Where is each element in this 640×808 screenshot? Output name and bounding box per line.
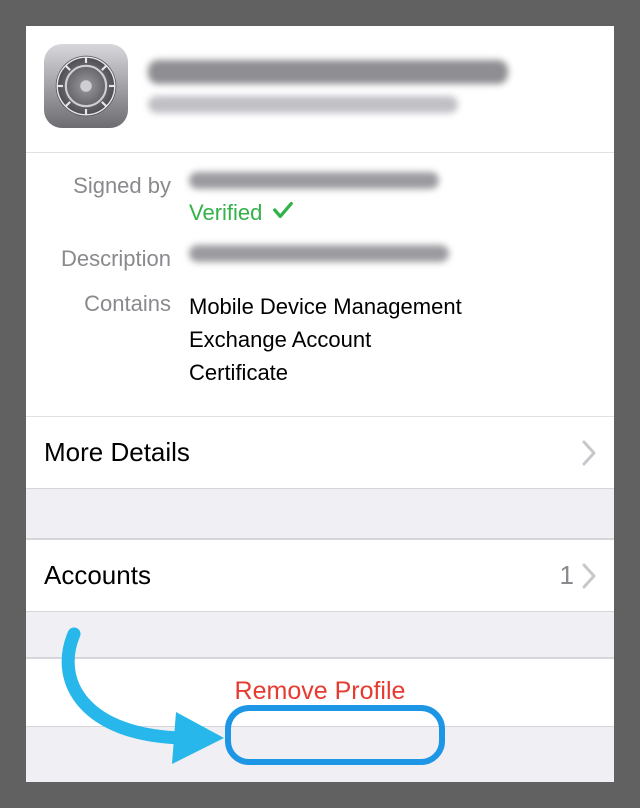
settings-gear-icon — [44, 44, 128, 128]
more-details-label: More Details — [44, 437, 582, 468]
signed-by-value-redacted — [189, 172, 439, 189]
description-label: Description — [44, 245, 189, 272]
accounts-count: 1 — [560, 560, 574, 591]
accounts-row[interactable]: Accounts 1 — [26, 539, 614, 612]
profile-subtitle-redacted — [148, 96, 458, 113]
profile-title-redacted — [148, 60, 508, 84]
contains-label: Contains — [44, 290, 189, 317]
contains-line: Mobile Device Management — [189, 290, 596, 323]
remove-profile-label: Remove Profile — [235, 677, 406, 706]
profile-header — [26, 26, 614, 153]
chevron-right-icon — [582, 563, 596, 589]
description-value-redacted — [189, 245, 449, 262]
section-gap — [26, 489, 614, 539]
more-details-row[interactable]: More Details — [26, 417, 614, 489]
signed-by-label: Signed by — [44, 172, 189, 199]
contains-line: Exchange Account — [189, 323, 596, 356]
verified-status: Verified — [189, 199, 294, 227]
contains-values: Mobile Device Management Exchange Accoun… — [189, 290, 596, 389]
remove-profile-button[interactable]: Remove Profile — [26, 658, 614, 727]
accounts-label: Accounts — [44, 560, 560, 591]
chevron-right-icon — [582, 440, 596, 466]
profile-info: Signed by Verified Description — [26, 153, 614, 417]
verified-label: Verified — [189, 200, 262, 226]
contains-line: Certificate — [189, 356, 596, 389]
section-gap — [26, 612, 614, 658]
checkmark-icon — [272, 199, 294, 227]
